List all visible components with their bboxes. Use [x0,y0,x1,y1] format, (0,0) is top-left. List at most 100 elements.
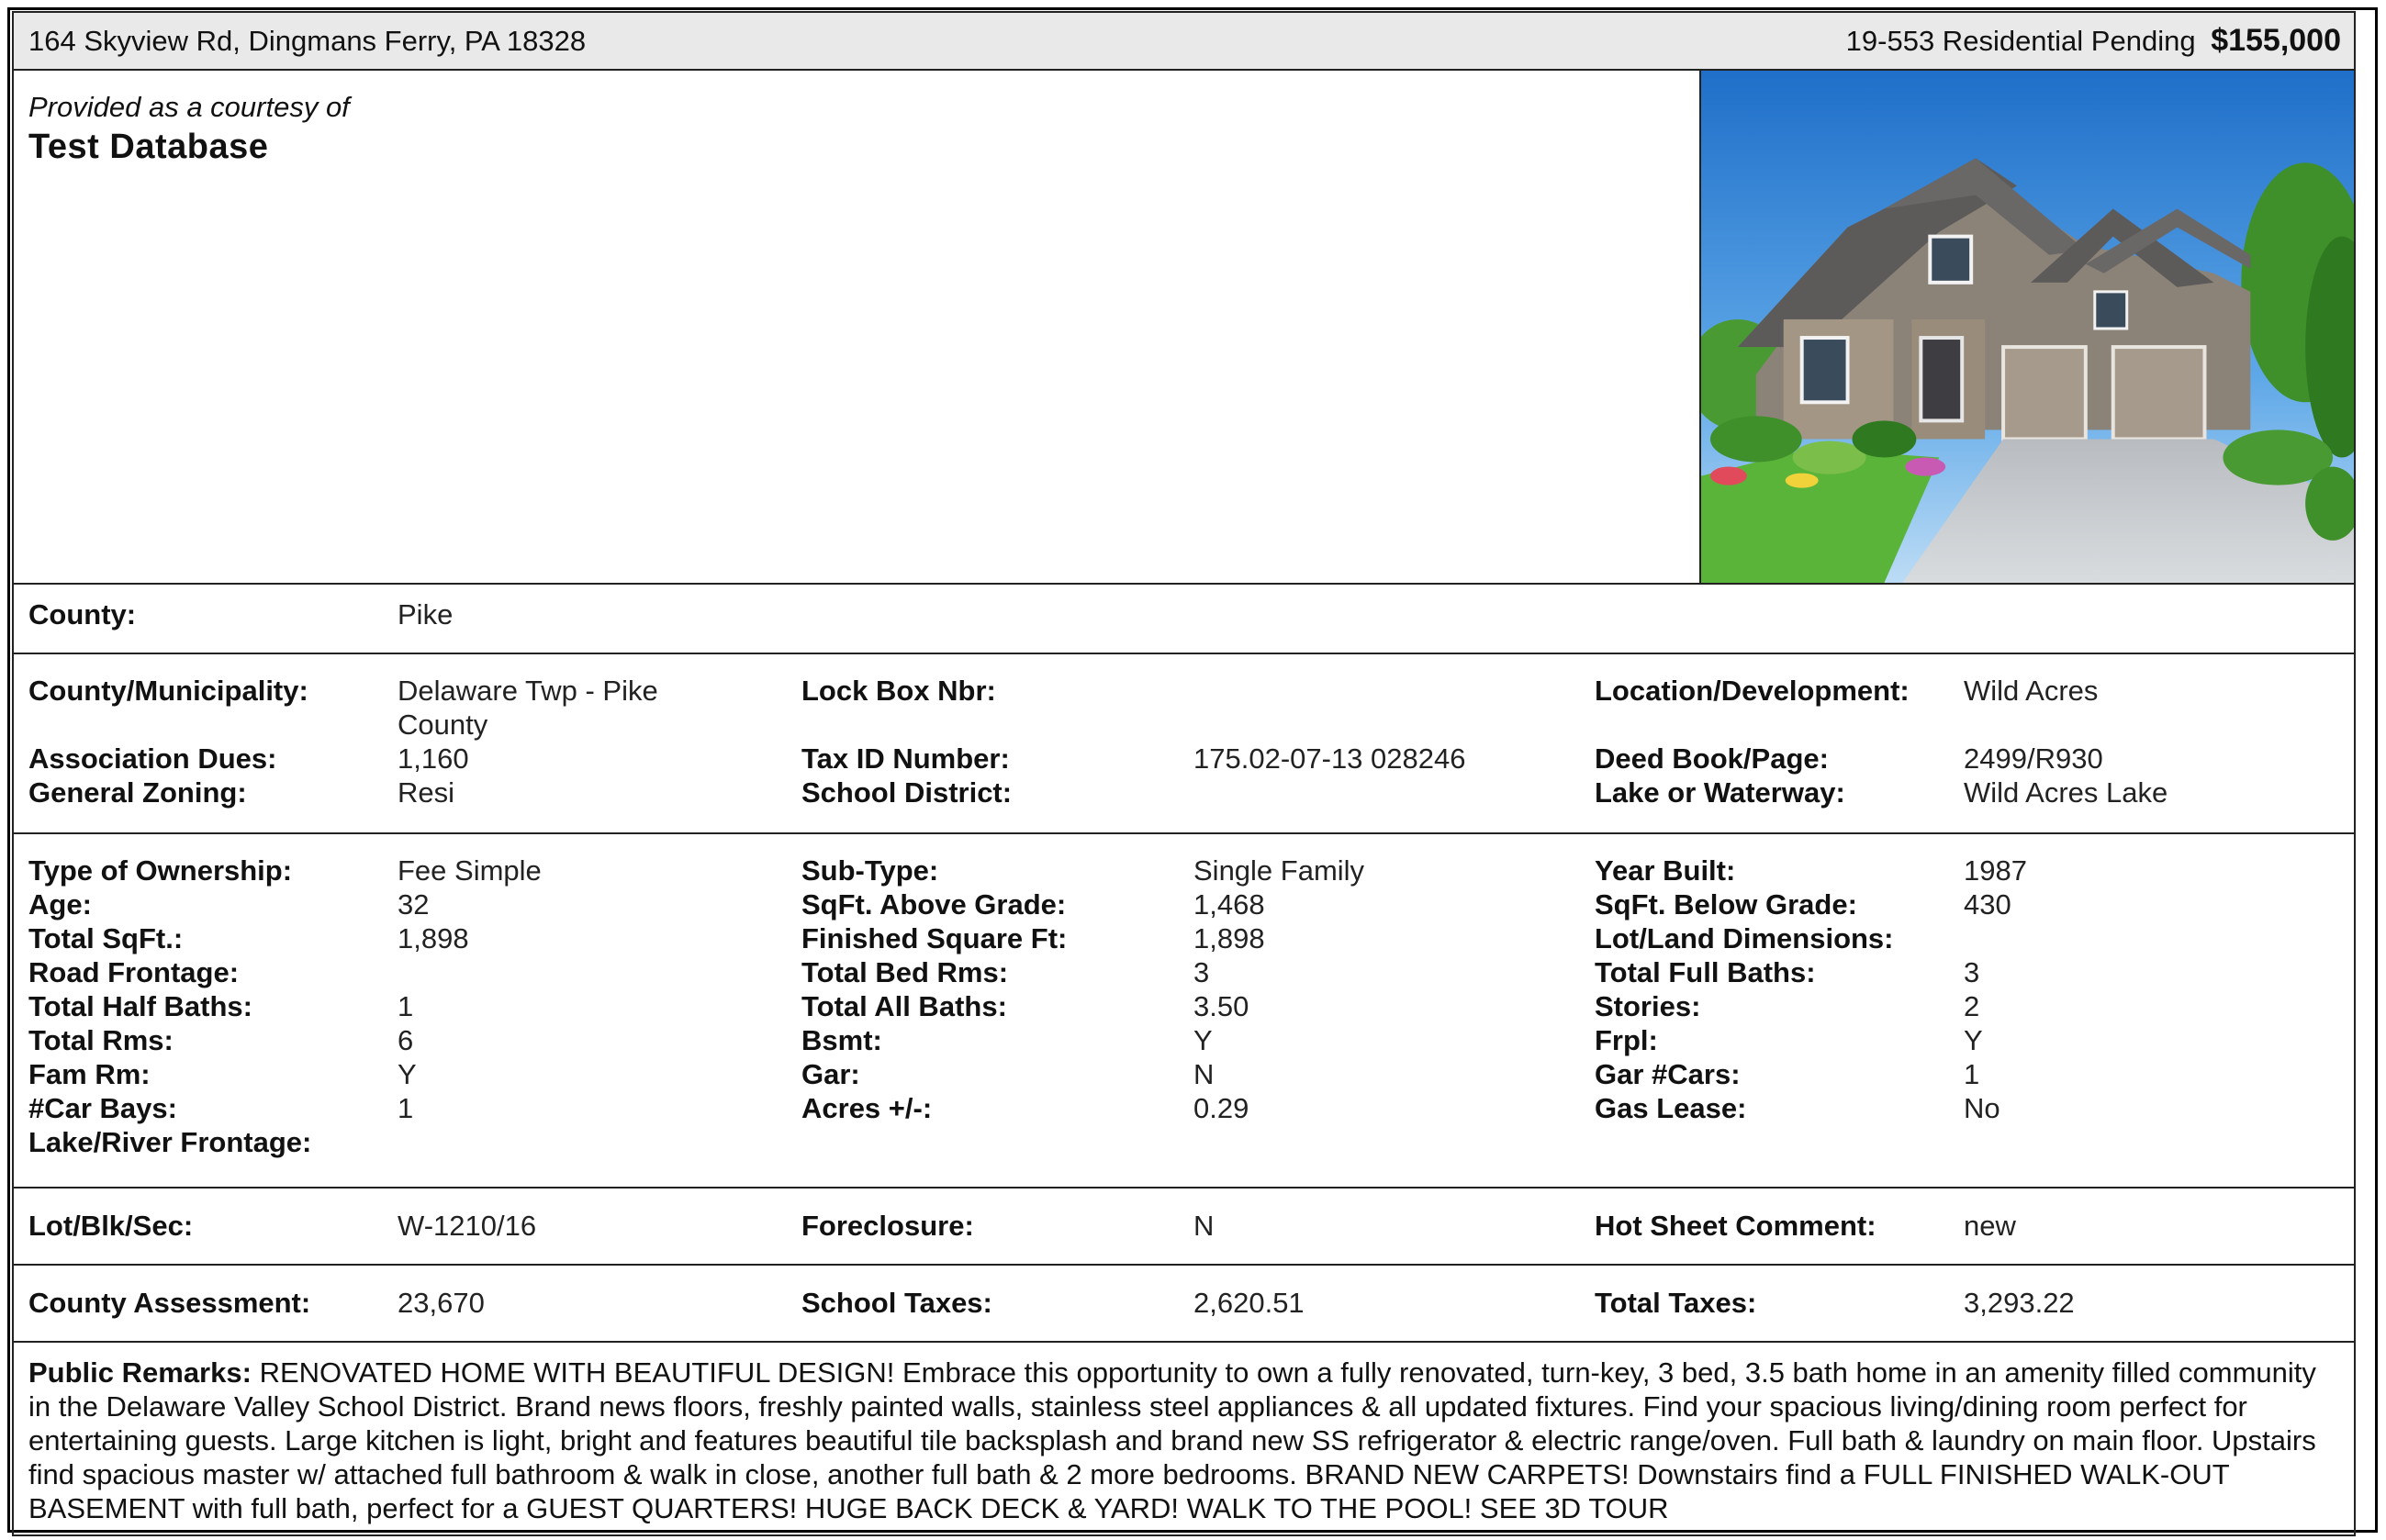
field-label: Road Frontage: [28,956,240,988]
field-value: Y [1964,1024,1983,1056]
listing-status: 19-553 Residential Pending $155,000 [1846,23,2341,59]
field-label: Lake or Waterway: [1595,776,1845,809]
field-label: Total Full Baths: [1595,956,1816,988]
field-label: Gas Lease: [1595,1092,1747,1124]
field-value: N [1193,1210,1215,1242]
public-remarks-label: Public Remarks: [28,1356,252,1389]
listing-sheet: 164 Skyview Rd, Dingmans Ferry, PA 18328… [12,11,2356,1536]
field-value [398,955,801,989]
field-label: Association Dues: [28,742,277,775]
house-photo[interactable] [1699,71,2354,583]
field-value: 32 [398,888,430,921]
field-label: #Car Bays: [28,1092,177,1124]
public-remarks: Public Remarks: RENOVATED HOME WITH BEAU… [14,1343,2354,1525]
field-value [1193,776,1595,809]
courtesy-line: Provided as a courtesy of [28,91,350,123]
field-label: Sub-Type: [801,854,939,887]
field-label: Age: [28,888,92,921]
listing-price: $155,000 [2211,23,2341,58]
field-label: County/Municipality: [28,675,308,707]
field-value [1964,1125,2354,1159]
field-label: Total Taxes: [1595,1287,1757,1319]
field-label: Acres +/-: [801,1092,933,1124]
field-label [1595,1125,1964,1159]
field-label: SqFt. Above Grade: [801,888,1067,921]
field-value: Y [1193,1024,1213,1056]
listing-header: 164 Skyview Rd, Dingmans Ferry, PA 18328… [14,13,2354,71]
field-label: Tax ID Number: [801,742,1010,775]
field-label: Total Rms: [28,1024,174,1056]
field-label: Deed Book/Page: [1595,742,1829,775]
field-label: Lot/Land Dimensions: [1595,922,1894,954]
field-value: 1 [398,990,414,1022]
field-value [398,1125,801,1159]
field-label: Bsmt: [801,1024,882,1056]
field-label: Type of Ownership: [28,854,293,887]
field-label: School Taxes: [801,1287,992,1319]
field-value: 1,898 [398,922,469,954]
listing-top: Provided as a courtesy of Test Database [14,71,2354,585]
courtesy-block: Provided as a courtesy of Test Database [14,71,1699,583]
field-label: County Assessment: [28,1287,311,1319]
lot-section: Lot/Blk/Sec: W-1210/16 Foreclosure: N Ho… [14,1188,2354,1266]
field-value: Wild Acres Lake [1964,776,2168,809]
field-value: 1 [1964,1058,1980,1090]
field-label: Fam Rm: [28,1058,151,1090]
field-value: 3,293.22 [1964,1287,2075,1319]
field-label: Finished Square Ft: [801,922,1068,954]
field-value: 1 [398,1092,414,1124]
field-label: Lock Box Nbr: [801,675,996,707]
field-value: 6 [398,1024,414,1056]
field-label: Frpl: [1595,1024,1658,1056]
location-section: County/Municipality: Delaware Twp - Pike… [14,654,2354,834]
field-value: Resi [398,776,455,809]
field-label: Location/Development: [1595,675,1910,707]
field-label: Total Half Baths: [28,990,252,1022]
courtesy-name: Test Database [28,128,269,166]
field-label: Year Built: [1595,854,1736,887]
field-value: 175.02-07-13 028246 [1193,742,1466,775]
field-value: No [1964,1092,2000,1124]
field-value: Delaware Twp - Pike County [398,675,658,741]
field-label: Lot/Blk/Sec: [28,1210,194,1242]
field-value: 2,620.51 [1193,1287,1305,1319]
field-label: Stories: [1595,990,1701,1022]
tax-section: County Assessment: 23,670 School Taxes: … [14,1266,2354,1343]
field-value: 3.50 [1193,990,1249,1022]
field-value: 3 [1964,956,1980,988]
listing-address: 164 Skyview Rd, Dingmans Ferry, PA 18328 [28,24,587,57]
field-label: School District: [801,776,1013,809]
county-value: Pike [398,598,454,631]
field-value: Fee Simple [398,854,542,887]
field-value: 1,898 [1193,922,1265,954]
field-label: Foreclosure: [801,1210,974,1242]
field-value: Wild Acres [1964,675,2099,707]
field-label: General Zoning: [28,776,247,809]
public-remarks-text: RENOVATED HOME WITH BEAUTIFUL DESIGN! Em… [28,1356,2316,1524]
field-value: Y [398,1058,417,1090]
field-value: 1,468 [1193,888,1265,921]
field-label [801,1125,1193,1159]
field-label: Lake/River Frontage: [28,1126,312,1158]
house-photo-image [1701,71,2354,583]
field-label: SqFt. Below Grade: [1595,888,1857,921]
field-value: 2 [1964,990,1980,1022]
field-label: Total SqFt.: [28,922,184,954]
field-label: Total Bed Rms: [801,956,1009,988]
field-label: Total All Baths: [801,990,1007,1022]
field-value: N [1193,1058,1215,1090]
county-label: County: [28,598,137,631]
county-section: County: Pike [14,585,2354,654]
field-label: Gar: [801,1058,860,1090]
field-value: 3 [1193,956,1210,988]
field-label: Gar #Cars: [1595,1058,1741,1090]
field-value: Single Family [1193,854,1365,887]
field-value: W-1210/16 [398,1210,537,1242]
field-value [1193,1125,1595,1159]
field-value [1964,921,2354,955]
field-value: 1,160 [398,742,469,775]
field-value: 2499/R930 [1964,742,2103,775]
field-value [1193,674,1595,742]
listing-info: 19-553 Residential Pending [1845,25,2196,57]
property-details-section: Type of Ownership: Fee Simple Sub-Type: … [14,834,2354,1188]
